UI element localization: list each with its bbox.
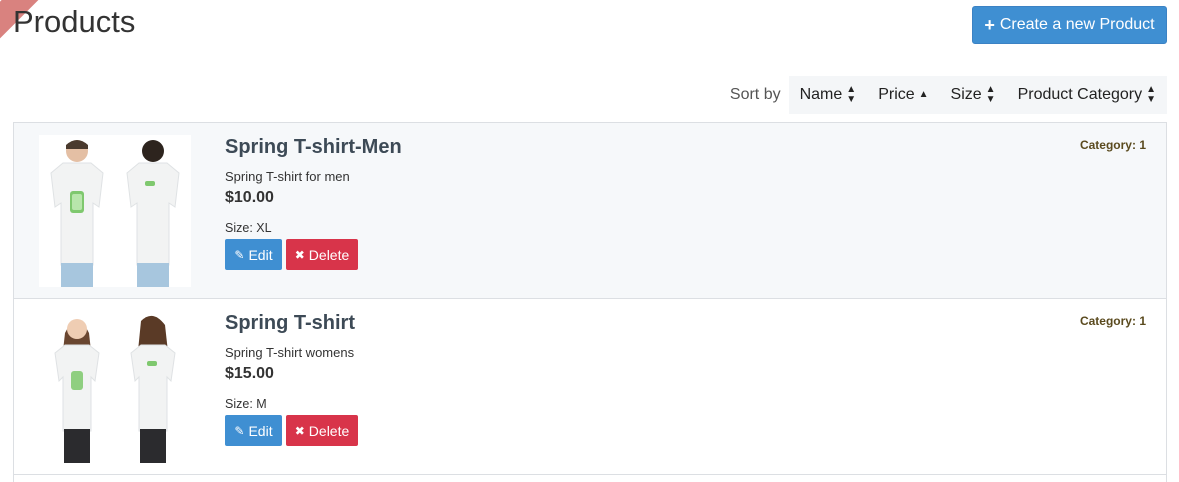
product-list: Spring T-shirt-Men Spring T-shirt for me… bbox=[13, 122, 1167, 482]
product-size: Size: M bbox=[225, 397, 267, 411]
delete-label: Delete bbox=[308, 422, 350, 439]
product-image bbox=[39, 135, 191, 287]
product-size: Size: XL bbox=[225, 221, 272, 235]
product-item: Spring T-shirt Spring T-shirt womens $15… bbox=[14, 299, 1166, 475]
close-icon: ✖ bbox=[294, 247, 305, 262]
product-name[interactable]: Spring T-shirt-Men bbox=[225, 136, 402, 159]
sort-bar: Sort by Name ▲ ▼ Price ▲ Size ▲ ▼ Product … bbox=[730, 76, 1167, 114]
sort-both-icon: ▲ ▼ bbox=[846, 84, 857, 105]
product-image bbox=[39, 311, 191, 463]
create-product-button[interactable]: + Create a new Product bbox=[972, 6, 1167, 44]
sort-category-label: Product Category bbox=[1017, 86, 1143, 103]
pencil-icon: ✎ bbox=[234, 423, 245, 438]
page-title: Products bbox=[13, 4, 136, 39]
product-price: $10.00 bbox=[225, 189, 274, 206]
sort-name-label: Name bbox=[799, 86, 843, 103]
plus-icon: + bbox=[984, 14, 995, 35]
close-icon: ✖ bbox=[294, 423, 305, 438]
product-price: $15.00 bbox=[225, 365, 274, 382]
sort-by-category-button[interactable]: Product Category ▲ ▼ bbox=[1006, 76, 1167, 114]
sort-by-label: Sort by bbox=[729, 86, 781, 103]
edit-label: Edit bbox=[248, 246, 273, 263]
product-item: Spring T-shirt-Men Spring T-shirt for me… bbox=[14, 123, 1166, 299]
edit-button[interactable]: ✎ Edit bbox=[225, 415, 282, 446]
sort-both-icon: ▲ ▼ bbox=[985, 84, 996, 105]
product-description: Spring T-shirt womens bbox=[225, 345, 355, 360]
sort-size-label: Size bbox=[950, 86, 982, 103]
delete-button[interactable]: ✖ Delete bbox=[286, 239, 358, 270]
product-description: Spring T-shirt for men bbox=[225, 169, 350, 184]
sort-by-name-button[interactable]: Name ▲ ▼ bbox=[788, 76, 868, 114]
sort-price-label: Price bbox=[878, 86, 915, 103]
sort-by-price-button[interactable]: Price ▲ bbox=[867, 76, 940, 114]
edit-button[interactable]: ✎ Edit bbox=[225, 239, 282, 270]
create-product-label: Create a new Product bbox=[999, 16, 1155, 33]
delete-label: Delete bbox=[308, 246, 350, 263]
product-category: Category: 1 bbox=[1079, 138, 1146, 152]
product-category: Category: 1 bbox=[1079, 314, 1146, 328]
product-name[interactable]: Spring T-shirt bbox=[225, 312, 355, 335]
sort-asc-icon: ▲ bbox=[918, 89, 929, 100]
delete-button[interactable]: ✖ Delete bbox=[286, 415, 358, 446]
sort-both-icon: ▲ ▼ bbox=[1146, 84, 1156, 105]
sort-by-size-button[interactable]: Size ▲ ▼ bbox=[939, 76, 1007, 114]
edit-label: Edit bbox=[248, 422, 273, 439]
pencil-icon: ✎ bbox=[234, 247, 245, 262]
